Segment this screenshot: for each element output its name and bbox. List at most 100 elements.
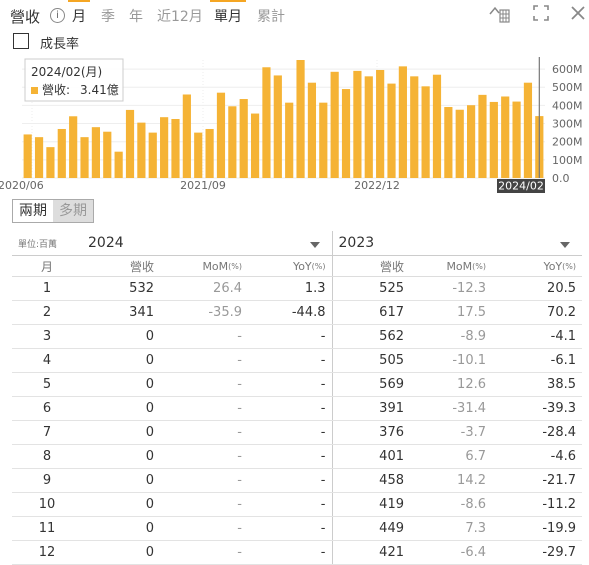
bar (250, 113, 260, 178)
col-month: 月 (12, 255, 82, 277)
y-tick-label: 200M (552, 136, 583, 149)
y-tick-label: 600M (552, 63, 583, 76)
col-yoy-left: YoY(%) (248, 255, 332, 277)
tooltip-title: 2024/02(月) (31, 65, 102, 79)
bar (239, 99, 248, 178)
header-bar: 營收 i 月 季 年 近12月 單月 累計 (0, 0, 589, 30)
col-mom-right: MoM(%) (410, 255, 492, 277)
column-header-row: 月 營收 MoM(%) YoY(%) 營收 MoM(%) YoY(%) (12, 255, 582, 277)
info-icon[interactable]: i (50, 8, 65, 23)
cell-r2: 376 (331, 420, 410, 445)
bar (285, 102, 294, 178)
chevron-down-icon (309, 242, 320, 248)
bar (80, 137, 89, 178)
revenue-bar-chart[interactable]: 600M 500M 400M 300M 200M 100M 0.0 2020/06 2021/0… (0, 55, 589, 195)
revenue-table: 單位:百萬 2024 2023 月 營收 MoM(%) YoY(%) 營收 Mo… (12, 231, 582, 565)
bar (421, 86, 430, 178)
cell-r1: 0 (82, 516, 160, 541)
bar (489, 101, 498, 178)
year-right-value: 2023 (338, 235, 375, 251)
cell-yoy2: 70.2 (492, 300, 582, 325)
bar (160, 117, 169, 178)
tab-year[interactable]: 年 (129, 6, 143, 26)
col-mom-text: MoM (202, 259, 229, 273)
close-icon[interactable] (568, 4, 588, 24)
tab-label: 年 (129, 9, 143, 25)
cell-m: 7 (12, 420, 82, 445)
cell-mom1: - (160, 420, 248, 445)
cell-yoy1: - (248, 492, 332, 517)
tab-quarter[interactable]: 季 (101, 6, 115, 26)
col-mom-text: MoM (446, 259, 473, 273)
chart-style-icon[interactable] (488, 4, 510, 24)
period-option-multi[interactable]: 多期 (53, 200, 93, 222)
cell-mom1: - (160, 324, 248, 349)
bar (57, 128, 66, 178)
tab-single-month[interactable]: 單月 (210, 0, 246, 26)
bar (398, 66, 407, 178)
y-tick-label: 100M (552, 154, 583, 167)
cell-mom1: - (160, 540, 248, 565)
col-yoy-text: YoY (292, 259, 312, 273)
bar (262, 67, 271, 178)
bar (46, 147, 55, 178)
bar (69, 116, 78, 178)
y-tick-label: 400M (552, 99, 583, 112)
bar (467, 105, 476, 178)
cell-m: 8 (12, 444, 82, 469)
cell-yoy1: - (248, 420, 332, 445)
cell-yoy2: -29.7 (492, 540, 582, 565)
col-yoy-right: YoY(%) (492, 255, 582, 277)
bar (171, 119, 180, 178)
tooltip-value: 3.41億 (80, 83, 119, 97)
bar (23, 134, 32, 178)
y-tick-label: 0.0 (552, 172, 570, 185)
pct-unit: (%) (311, 261, 326, 271)
cell-mom2: -8.9 (410, 324, 492, 349)
fullscreen-icon[interactable] (531, 4, 551, 24)
bar (273, 75, 282, 178)
cell-yoy1: - (248, 540, 332, 565)
bar (523, 82, 533, 178)
table-row: 1 532 26.4 1.3 525 -12.3 20.5 (12, 276, 582, 301)
tab-month[interactable]: 月 (68, 0, 90, 26)
cell-r2: 569 (331, 372, 410, 397)
cell-yoy1: - (248, 396, 332, 421)
year-select-right[interactable]: 2023 (331, 231, 582, 256)
cell-mom2: 6.7 (410, 444, 492, 469)
bar (205, 128, 214, 178)
table-row: 4 0- -505 -10.1 -6.1 (12, 348, 582, 373)
tab-last-12-months[interactable]: 近12月 (157, 6, 203, 26)
col-revenue-left: 營收 (82, 255, 160, 277)
y-tick-label: 300M (552, 118, 583, 131)
tab-cumulative[interactable]: 累計 (257, 6, 285, 26)
bar (194, 132, 203, 178)
tab-label: 累計 (257, 9, 285, 25)
bar (216, 92, 226, 178)
cell-mom1: - (160, 492, 248, 517)
period-toggle: 兩期 多期 (12, 199, 94, 223)
cell-mom1: - (160, 444, 248, 469)
cell-mom2: 17.5 (410, 300, 492, 325)
growth-rate-checkbox[interactable] (13, 33, 29, 49)
bar (410, 76, 419, 178)
bar (353, 70, 362, 178)
cell-mom1: - (160, 348, 248, 373)
bar (182, 94, 191, 178)
year-select-left[interactable]: 2024 (82, 231, 332, 256)
cell-r2: 419 (331, 492, 410, 517)
table-row: 3 0- -562 -8.9 -4.1 (12, 324, 582, 349)
table-row: 10 0- -419 -8.6 -11.2 (12, 492, 582, 517)
tab-label: 單月 (214, 9, 242, 25)
pct-unit: (%) (228, 261, 242, 271)
cell-yoy2: -4.1 (492, 324, 582, 349)
cell-mom1: 26.4 (160, 276, 248, 301)
cell-yoy1: - (248, 372, 332, 397)
period-option-two[interactable]: 兩期 (13, 200, 53, 222)
x-tick-label: 2020/06 (0, 179, 44, 192)
cell-yoy2: -39.3 (492, 396, 582, 421)
cell-r2: 458 (331, 468, 410, 493)
col-mom-left: MoM(%) (160, 255, 248, 277)
cell-r2: 401 (331, 444, 410, 469)
pct-unit: (%) (472, 261, 486, 271)
